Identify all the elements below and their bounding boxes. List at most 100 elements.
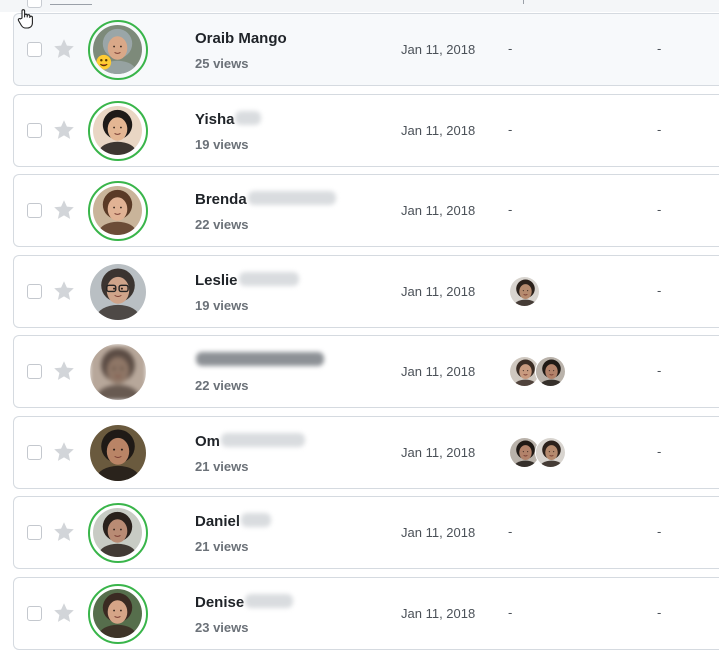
redacted-text: [245, 593, 294, 608]
row-date: Jan 11, 2018: [401, 122, 476, 138]
avatar-image: [90, 424, 146, 481]
avatar-image: [93, 588, 142, 638]
row-name-text: Denise: [195, 593, 245, 611]
row-name-text: Yisha: [195, 110, 235, 128]
avatar-image: [90, 263, 146, 320]
avatar-image: [93, 186, 142, 235]
viewer-avatar[interactable]: [509, 275, 540, 307]
row-name-text: Oraib Mango: [195, 30, 287, 47]
avatar[interactable]: [90, 344, 150, 404]
row-views: 19 views: [195, 297, 249, 313]
row-date: Jan 11, 2018: [401, 364, 476, 379]
row-name[interactable]: Daniel: [195, 513, 272, 530]
row-views: 23 views: [195, 619, 249, 635]
row-name[interactable]: Leslie: [195, 271, 299, 289]
row-name-text: Leslie: [195, 271, 238, 289]
header-tick: [523, 0, 524, 4]
avatar[interactable]: [88, 503, 148, 563]
row-name[interactable]: Brenda: [195, 191, 336, 208]
row-name-text: Om: [195, 432, 221, 450]
video-list: Oraib Mango 25 views Jan 11, 2018 - - Yisha 1…: [13, 13, 719, 657]
viewer-avatar[interactable]: [535, 356, 566, 387]
viewer-avatar[interactable]: [535, 436, 566, 468]
table-row[interactable]: Oraib Mango 25 views Jan 11, 2018 - -: [13, 13, 719, 86]
row-checkbox[interactable]: [27, 605, 42, 621]
hand-cursor-icon: [17, 9, 33, 29]
viewer-avatars[interactable]: [509, 275, 540, 308]
row-col-b: -: [657, 524, 662, 539]
row-col-b: -: [657, 363, 662, 378]
row-col-b: -: [657, 41, 662, 56]
star-icon[interactable]: [52, 37, 76, 61]
star-icon[interactable]: [52, 440, 76, 464]
viewer-avatars[interactable]: [509, 436, 566, 469]
list-header-strip: [0, 0, 719, 12]
row-col-b: -: [657, 121, 662, 137]
avatar[interactable]: [88, 20, 148, 80]
row-name-text: Daniel: [195, 513, 241, 530]
row-col-a: -: [508, 202, 513, 217]
row-col-a: -: [508, 41, 513, 56]
row-date: Jan 11, 2018: [401, 283, 476, 299]
star-icon[interactable]: [52, 520, 76, 544]
row-checkbox[interactable]: [27, 525, 42, 540]
row-name[interactable]: Yisha: [195, 110, 262, 128]
table-row[interactable]: Leslie 19 views Jan 11, 2018 -: [13, 254, 719, 328]
row-views: 21 views: [195, 458, 249, 474]
row-col-a: -: [508, 604, 513, 620]
row-name[interactable]: Oraib Mango: [195, 30, 287, 47]
table-row[interactable]: Daniel 21 views Jan 11, 2018 - -: [13, 496, 719, 569]
select-all-checkbox[interactable]: [27, 0, 42, 8]
row-col-b: -: [657, 604, 662, 620]
row-views: 22 views: [195, 217, 249, 232]
avatar-image: [93, 508, 142, 557]
avatar[interactable]: [90, 424, 150, 485]
avatar-image: [93, 105, 142, 155]
table-row[interactable]: Yisha 19 views Jan 11, 2018 - -: [13, 93, 719, 167]
viewer-avatars[interactable]: [509, 356, 566, 388]
row-checkbox[interactable]: [27, 283, 42, 299]
row-col-b: -: [657, 443, 662, 459]
table-row[interactable]: Om 21 views Jan 11, 2018 -: [13, 415, 719, 489]
row-checkbox[interactable]: [27, 42, 42, 57]
table-row[interactable]: Denise 23 views Jan 11, 2018 - -: [13, 576, 719, 650]
row-name-text: Brenda: [195, 191, 247, 208]
row-col-b: -: [657, 282, 662, 298]
row-col-a: -: [508, 121, 513, 137]
avatar[interactable]: [88, 181, 148, 241]
row-date: Jan 11, 2018: [401, 444, 476, 460]
star-icon[interactable]: [52, 198, 76, 222]
avatar[interactable]: [88, 100, 148, 161]
header-underline: [50, 4, 92, 5]
row-checkbox[interactable]: [27, 122, 42, 138]
avatar-image: [93, 25, 142, 74]
row-views: 22 views: [195, 378, 249, 393]
star-icon[interactable]: [52, 118, 76, 142]
row-checkbox[interactable]: [27, 203, 42, 218]
star-icon[interactable]: [52, 601, 76, 625]
row-date: Jan 11, 2018: [401, 525, 476, 540]
row-views: 21 views: [195, 539, 249, 554]
star-icon[interactable]: [52, 279, 76, 303]
row-name[interactable]: Om: [195, 432, 306, 450]
redacted-text: [238, 271, 299, 286]
row-col-b: -: [657, 202, 662, 217]
row-name[interactable]: Denise: [195, 593, 294, 611]
row-date: Jan 11, 2018: [401, 605, 476, 621]
table-row[interactable]: 22 views Jan 11, 2018 -: [13, 335, 719, 408]
row-views: 25 views: [195, 56, 249, 71]
row-checkbox[interactable]: [27, 444, 42, 460]
avatar[interactable]: [90, 263, 150, 324]
row-name[interactable]: [195, 352, 324, 369]
redacted-text: [235, 110, 262, 125]
redacted-text: [196, 352, 324, 366]
row-date: Jan 11, 2018: [401, 203, 476, 218]
redacted-text: [221, 432, 306, 447]
star-icon[interactable]: [52, 359, 76, 383]
row-views: 19 views: [195, 136, 249, 152]
avatar[interactable]: [88, 583, 148, 644]
table-row[interactable]: Brenda 22 views Jan 11, 2018 - -: [13, 174, 719, 247]
row-checkbox[interactable]: [27, 364, 42, 379]
avatar-image: [90, 344, 146, 400]
row-date: Jan 11, 2018: [401, 42, 476, 57]
